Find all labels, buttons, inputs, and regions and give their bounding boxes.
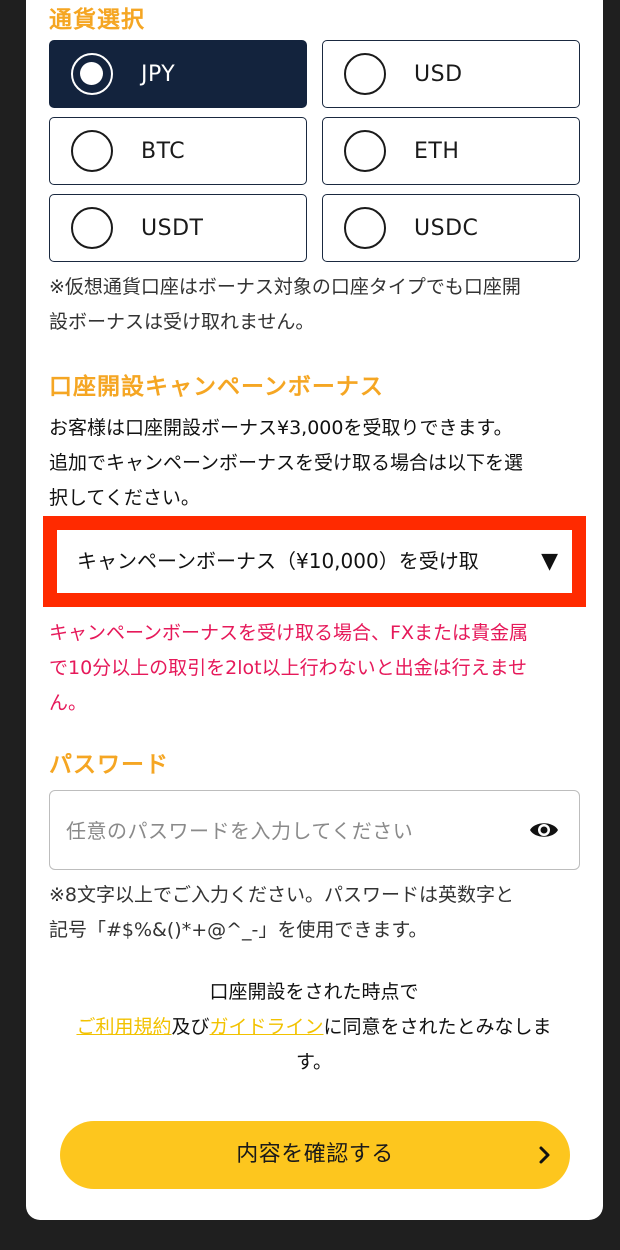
terms-line: す。	[295, 1051, 333, 1073]
terms-line: ご利用規約及びガイドラインに同意をされたとみなしま	[48, 1010, 580, 1045]
terms-suffix: に同意をされたとみなしま	[323, 1016, 552, 1038]
campaign-select[interactable]: キャンペーンボーナス（¥10,000）を受け取 ▼	[43, 516, 586, 607]
campaign-description: お客様は口座開設ボーナス¥3,000を受取りできます。 追加でキャンペーンボーナ…	[49, 411, 523, 516]
dropdown-arrow-icon: ▼	[541, 549, 558, 574]
campaign-warning-line: ん。	[49, 692, 88, 714]
password-note-line: 記号「#$%&()*+@^_-」を使用できます。	[49, 919, 428, 941]
terms-agreement: 口座開設をされた時点で ご利用規約及びガイドラインに同意をされたとみなしま す。	[48, 975, 580, 1080]
chevron-right-icon	[539, 1146, 550, 1164]
terms-conjunction: 及び	[171, 1016, 210, 1038]
confirm-button[interactable]: 内容を確認する	[60, 1121, 570, 1189]
campaign-description-line: お客様は口座開設ボーナス¥3,000を受取りできます。	[49, 417, 513, 439]
radio-selected-icon	[71, 53, 113, 95]
password-placeholder: 任意のパスワードを入力してください	[66, 819, 414, 843]
guideline-link[interactable]: ガイドライン	[210, 1016, 324, 1038]
terms-of-use-link[interactable]: ご利用規約	[76, 1016, 171, 1038]
currency-note-line: 設ボーナスは受け取れません。	[49, 311, 315, 333]
currency-option-usdc[interactable]: USDC	[322, 194, 580, 262]
campaign-warning-line: キャンペーンボーナスを受け取る場合、FXまたは貴金属	[49, 622, 528, 644]
radio-unselected-icon	[344, 53, 386, 95]
campaign-warning-line: で10分以上の取引を2lot以上行わないと出金は行えませ	[49, 657, 528, 679]
radio-unselected-icon	[344, 207, 386, 249]
campaign-warning: キャンペーンボーナスを受け取る場合、FXまたは貴金属 で10分以上の取引を2lo…	[49, 616, 528, 721]
currency-option-label: USDC	[414, 215, 479, 241]
currency-option-jpy[interactable]: JPY	[49, 40, 307, 108]
password-input[interactable]: 任意のパスワードを入力してください	[49, 790, 580, 870]
currency-note: ※仮想通貨口座はボーナス対象の口座タイプでも口座開 設ボーナスは受け取れません。	[49, 270, 521, 340]
eye-icon[interactable]	[529, 817, 559, 843]
password-note-line: ※8文字以上でご入力ください。パスワードは英数字と	[49, 884, 515, 906]
currency-option-label: BTC	[141, 138, 186, 164]
currency-section-title: 通貨選択	[49, 7, 145, 33]
currency-option-eth[interactable]: ETH	[322, 117, 580, 185]
currency-option-label: USDT	[141, 215, 204, 241]
campaign-section-title: 口座開設キャンペーンボーナス	[49, 374, 384, 400]
campaign-description-line: 追加でキャンペーンボーナスを受け取る場合は以下を選	[49, 452, 524, 474]
currency-option-usd[interactable]: USD	[322, 40, 580, 108]
currency-option-label: USD	[414, 61, 463, 87]
password-section-title: パスワード	[49, 752, 169, 778]
password-note: ※8文字以上でご入力ください。パスワードは英数字と 記号「#$%&()*+@^_…	[49, 878, 514, 948]
campaign-description-line: 択してください。	[49, 487, 200, 509]
radio-unselected-icon	[344, 130, 386, 172]
radio-unselected-icon	[71, 207, 113, 249]
currency-note-line: ※仮想通貨口座はボーナス対象の口座タイプでも口座開	[49, 276, 521, 298]
confirm-button-label: 内容を確認する	[236, 1142, 394, 1167]
terms-line: 口座開設をされた時点で	[209, 981, 419, 1003]
currency-option-btc[interactable]: BTC	[49, 117, 307, 185]
currency-option-label: JPY	[141, 61, 176, 87]
currency-option-usdt[interactable]: USDT	[49, 194, 307, 262]
campaign-select-value: キャンペーンボーナス（¥10,000）を受け取	[77, 549, 479, 573]
currency-option-label: ETH	[414, 138, 460, 164]
radio-unselected-icon	[71, 130, 113, 172]
